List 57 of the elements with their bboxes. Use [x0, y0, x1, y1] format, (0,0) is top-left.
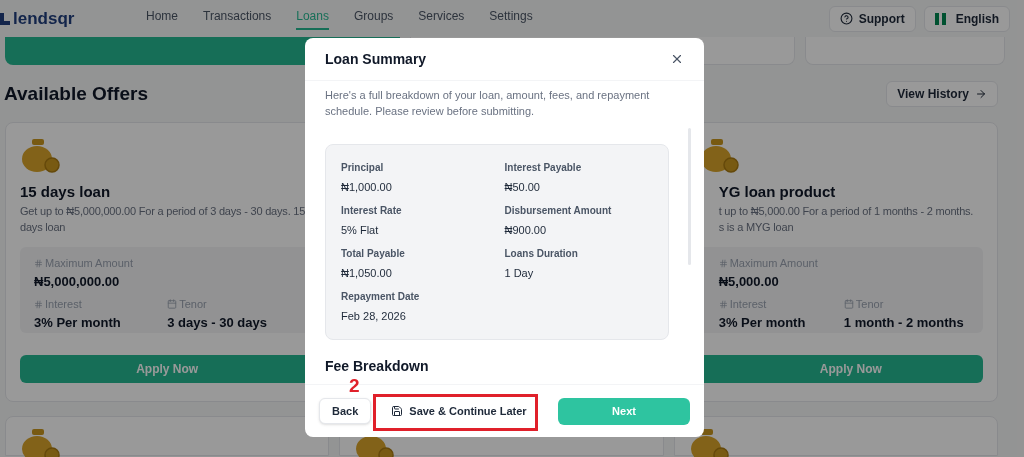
- summary-value: Feb 28, 2026: [341, 309, 407, 324]
- summary-value: 1 Day: [504, 266, 535, 281]
- offer-description: Get up to ₦5,000,000.00 For a period of 3 days - 30 days. 15: [20, 204, 306, 219]
- tenor-value: 1 month - 2 months: [843, 313, 965, 332]
- max-amount-value: ₦5,000,000.00: [34, 272, 121, 291]
- nav-link[interactable]: Home: [146, 7, 178, 30]
- summary-label: Total Payable: [341, 247, 406, 261]
- summary-value: ₦1,000.00: [341, 180, 393, 195]
- summary-label: Disbursement Amount: [504, 204, 613, 218]
- nav-link[interactable]: Transactions: [203, 7, 272, 30]
- fee-breakdown-heading: Fee Breakdown: [324, 357, 430, 376]
- language-button[interactable]: English: [923, 5, 1010, 32]
- close-button[interactable]: [670, 52, 684, 66]
- hash-icon: [718, 258, 728, 268]
- calendar-icon: [167, 299, 178, 310]
- summary-value: ₦1,050.00: [341, 266, 393, 281]
- interest-value: 3% Per month: [34, 313, 122, 332]
- nav-link[interactable]: Settings: [489, 7, 533, 30]
- summary-label: Loans Duration: [504, 247, 579, 261]
- view-history-button[interactable]: View History: [886, 81, 998, 108]
- tenor-value: 3 days - 30 days: [167, 313, 268, 332]
- next-button[interactable]: Next: [558, 397, 690, 425]
- summary-value: ₦900.00: [504, 223, 548, 238]
- money-bag-icon: [20, 428, 60, 457]
- hash-icon: [34, 299, 43, 309]
- logo-icon: [0, 12, 10, 25]
- max-amount-value: ₦5,000.00: [718, 272, 780, 291]
- help-icon: [839, 12, 853, 25]
- support-button[interactable]: Support: [828, 5, 916, 32]
- money-bag-icon: [20, 138, 60, 173]
- summary-label: Interest Payable: [504, 161, 583, 175]
- nav-link[interactable]: Services: [418, 7, 465, 30]
- offer-title: YG loan product: [717, 181, 837, 202]
- summary-value: 5% Flat: [341, 223, 380, 238]
- offer-description: s is a MYG loan: [717, 220, 794, 235]
- money-bag-icon: [688, 428, 729, 457]
- section-title: Available Offers: [4, 82, 148, 106]
- save-icon: [391, 405, 404, 417]
- interest-value: 3% Per month: [718, 313, 807, 332]
- dialog-title: Loan Summary: [325, 50, 427, 69]
- summary-label: Repayment Date: [341, 290, 421, 304]
- offer-description: days loan: [20, 220, 66, 235]
- offer-description: t up to ₦5,000.00 For a period of 1 months - 2 months.: [717, 204, 974, 219]
- back-button[interactable]: Back: [319, 398, 372, 424]
- annotation-number: 2: [349, 376, 360, 395]
- hash-icon: [34, 258, 43, 268]
- summary-label: Principal: [341, 161, 385, 175]
- calendar-icon: [843, 299, 854, 310]
- offer-title: 15 days loan: [20, 181, 112, 202]
- flag-icon: [934, 12, 946, 25]
- hash-icon: [718, 299, 728, 309]
- summary-label: Interest Rate: [341, 204, 403, 218]
- dialog-description: Here's a full breakdown of your loan, amount, fees, and repayment schedule. Please review before submitting.: [324, 88, 651, 119]
- nav-link[interactable]: Groups: [353, 7, 394, 30]
- logo: lendsqr: [13, 7, 75, 30]
- arrow-right-icon: [975, 88, 987, 101]
- summary-value: ₦50.00: [504, 180, 541, 195]
